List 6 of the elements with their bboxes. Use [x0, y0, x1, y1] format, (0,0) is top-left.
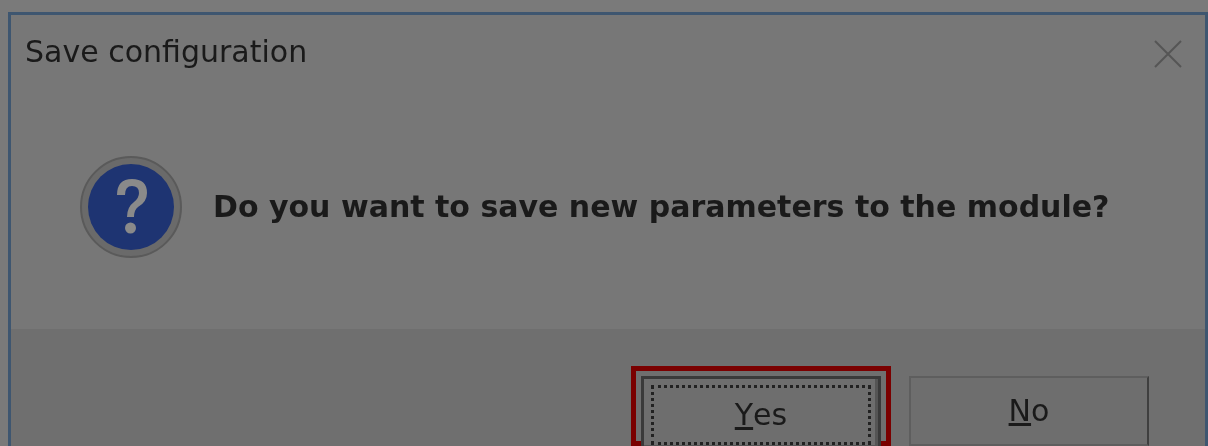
question-mark-icon — [79, 154, 183, 259]
window-title: Save configuration — [25, 37, 308, 67]
message-text: Do you want to save new parameters to the module? — [213, 188, 1110, 227]
dialog-button[interactable]: Yes — [641, 376, 881, 446]
close-icon[interactable] — [1153, 39, 1183, 69]
dialog-button[interactable]: No — [909, 376, 1149, 446]
